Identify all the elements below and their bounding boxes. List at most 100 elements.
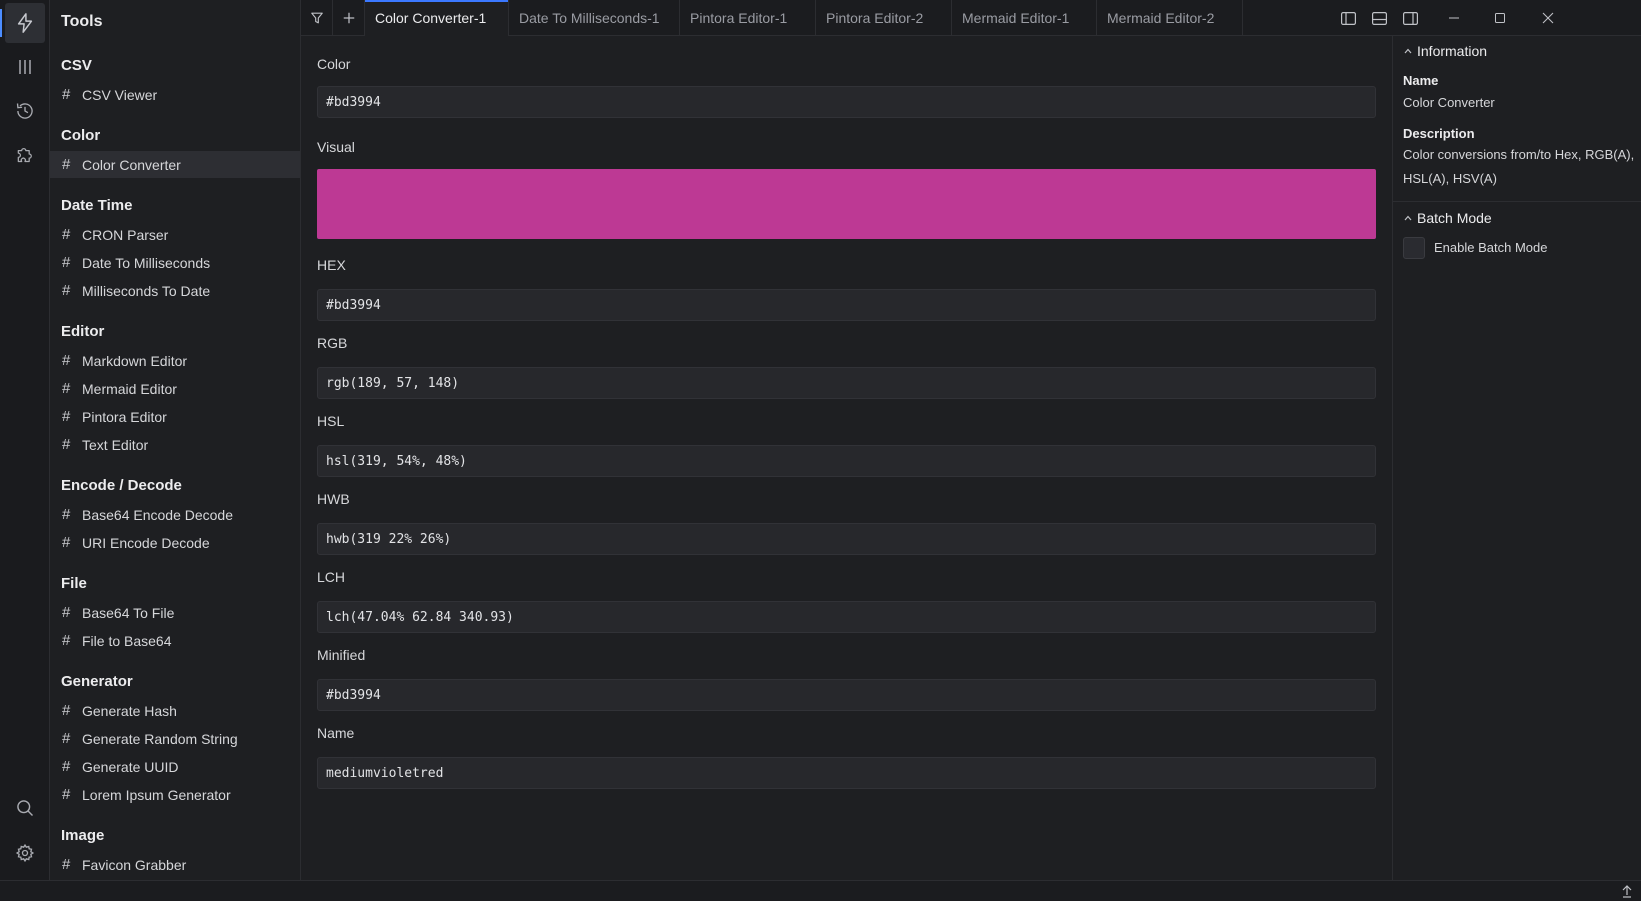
- sidebar-item-label: Generate UUID: [82, 758, 179, 775]
- group-color: Color: [61, 127, 101, 144]
- minified-output[interactable]: #bd3994: [317, 679, 1376, 711]
- new-tab-button[interactable]: [333, 0, 365, 36]
- info-description-label: Description: [1403, 126, 1475, 141]
- rgb-label: RGB: [317, 335, 348, 351]
- hsl-label: HSL: [317, 413, 345, 429]
- sidebar-item-file-to-base64[interactable]: # File to Base64: [50, 627, 300, 654]
- sidebar-item-color-converter[interactable]: # Color Converter: [50, 151, 300, 178]
- sidebar-item-label: Milliseconds To Date: [82, 282, 211, 299]
- tab-bar: Color Converter-1 Date To Milliseconds-1…: [301, 0, 1641, 36]
- activity-bar: [0, 0, 50, 880]
- group-csv: CSV: [61, 57, 92, 74]
- sidebar-item-generate-hash[interactable]: # Generate Hash: [50, 697, 300, 724]
- name-label: Name: [317, 725, 355, 741]
- sidebar-item-base64-to-file[interactable]: # Base64 To File: [50, 599, 300, 626]
- tab-label: Pintora Editor-2: [826, 10, 924, 26]
- tools-sidebar: Tools CSV # CSV Viewer Color # Color Conve…: [50, 0, 301, 880]
- sidebar-item-pintora-editor[interactable]: # Pintora Editor: [50, 403, 300, 430]
- group-file: File: [61, 575, 87, 592]
- sidebar-right-icon: [1402, 11, 1418, 25]
- hash-icon: #: [62, 506, 71, 523]
- toggle-left-panel-button[interactable]: [1333, 0, 1363, 36]
- sidebar-item-csv-viewer[interactable]: # CSV Viewer: [50, 81, 300, 108]
- toggle-bottom-panel-button[interactable]: [1364, 0, 1394, 36]
- hash-icon: #: [62, 534, 71, 551]
- batch-mode-checkbox[interactable]: [1403, 237, 1425, 259]
- hash-icon: #: [62, 632, 71, 649]
- sidebar-item-base64-encode-decode[interactable]: # Base64 Encode Decode: [50, 501, 300, 528]
- close-window-button[interactable]: [1525, 0, 1571, 36]
- sidebar-item-cron-parser[interactable]: # CRON Parser: [50, 221, 300, 248]
- rgb-output[interactable]: rgb(189, 57, 148): [317, 367, 1376, 399]
- chevron-up-icon: [1403, 46, 1417, 56]
- group-editor: Editor: [61, 323, 105, 340]
- divider: [1393, 201, 1641, 202]
- hash-icon: #: [62, 436, 71, 453]
- hash-icon: #: [62, 352, 71, 369]
- hsl-output[interactable]: hsl(319, 54%, 48%): [317, 445, 1376, 477]
- sidebar-item-uri-encode-decode[interactable]: # URI Encode Decode: [50, 529, 300, 556]
- sidebar-title: Tools: [61, 13, 103, 30]
- lch-label: LCH: [317, 569, 346, 585]
- color-input[interactable]: #bd3994: [317, 86, 1376, 118]
- update-button[interactable]: [1621, 884, 1633, 898]
- maximize-button[interactable]: [1477, 0, 1523, 36]
- sidebar-item-label: Markdown Editor: [82, 352, 188, 369]
- tab-pintora-editor-1[interactable]: Pintora Editor-1: [680, 0, 816, 36]
- sidebar-item-text-editor[interactable]: # Text Editor: [50, 431, 300, 458]
- sidebar-item-favicon-grabber[interactable]: # Favicon Grabber: [50, 851, 300, 878]
- batch-mode-header[interactable]: Batch Mode: [1403, 210, 1492, 226]
- status-bar: [0, 880, 1641, 901]
- tools-button[interactable]: [0, 3, 45, 43]
- sidebar-item-label: URI Encode Decode: [82, 534, 210, 551]
- search-button[interactable]: [5, 788, 45, 828]
- lch-output[interactable]: lch(47.04% 62.84 340.93): [317, 601, 1376, 633]
- tab-color-converter-1[interactable]: Color Converter-1: [365, 0, 509, 36]
- minimize-button[interactable]: [1431, 0, 1477, 36]
- sidebar-item-label: Date To Milliseconds: [82, 254, 211, 271]
- hwb-output[interactable]: hwb(319 22% 26%): [317, 523, 1376, 555]
- hex-output[interactable]: #bd3994: [317, 289, 1376, 321]
- tab-label: Pintora Editor-1: [690, 10, 788, 26]
- tab-label: Mermaid Editor-1: [962, 10, 1070, 26]
- sidebar-item-label: Pintora Editor: [82, 408, 167, 425]
- sidebar-item-lorem-ipsum-generator[interactable]: # Lorem Ipsum Generator: [50, 781, 300, 808]
- chevron-up-icon: [1403, 213, 1417, 223]
- sidebar-item-label: Favicon Grabber: [82, 856, 187, 873]
- tabs-overview-button[interactable]: [5, 47, 45, 87]
- batch-mode-header-label: Batch Mode: [1417, 210, 1492, 226]
- name-output[interactable]: mediumvioletred: [317, 757, 1376, 789]
- hwb-label: HWB: [317, 491, 350, 507]
- sidebar-item-label: Base64 Encode Decode: [82, 506, 233, 523]
- hash-icon: #: [62, 282, 71, 299]
- tab-date-to-milliseconds-1[interactable]: Date To Milliseconds-1: [509, 0, 680, 36]
- extensions-button[interactable]: [5, 134, 45, 174]
- sidebar-item-date-to-milliseconds[interactable]: # Date To Milliseconds: [50, 249, 300, 276]
- panel-bottom-icon: [1371, 11, 1387, 25]
- color-converter-panel: Color #bd3994 Visual HEX #bd3994 RGB rgb…: [301, 36, 1392, 880]
- tab-mermaid-editor-2[interactable]: Mermaid Editor-2: [1097, 0, 1243, 36]
- puzzle-icon: [15, 144, 35, 164]
- sidebar-item-label: File to Base64: [82, 632, 172, 649]
- tab-label: Color Converter-1: [375, 10, 487, 26]
- sidebar-item-milliseconds-to-date[interactable]: # Milliseconds To Date: [50, 277, 300, 304]
- settings-button[interactable]: [5, 833, 45, 873]
- sidebar-item-mermaid-editor[interactable]: # Mermaid Editor: [50, 375, 300, 402]
- filter-tabs-button[interactable]: [301, 0, 333, 36]
- group-encode-decode: Encode / Decode: [61, 477, 182, 494]
- sidebar-item-label: Generate Random String: [82, 730, 238, 747]
- info-panel: Information Name Color Converter Descrip…: [1392, 36, 1641, 880]
- sidebar-item-generate-random-string[interactable]: # Generate Random String: [50, 725, 300, 752]
- toggle-right-panel-button[interactable]: [1395, 0, 1425, 36]
- hash-icon: #: [62, 730, 71, 747]
- information-header[interactable]: Information: [1403, 43, 1487, 59]
- arrow-up-icon: [1621, 884, 1633, 898]
- hash-icon: #: [62, 254, 71, 271]
- sidebar-item-generate-uuid[interactable]: # Generate UUID: [50, 753, 300, 780]
- tab-mermaid-editor-1[interactable]: Mermaid Editor-1: [952, 0, 1097, 36]
- history-button[interactable]: [5, 91, 45, 131]
- gear-icon: [15, 843, 35, 863]
- sidebar-item-markdown-editor[interactable]: # Markdown Editor: [50, 347, 300, 374]
- tab-pintora-editor-2[interactable]: Pintora Editor-2: [816, 0, 952, 36]
- hash-icon: #: [62, 856, 71, 873]
